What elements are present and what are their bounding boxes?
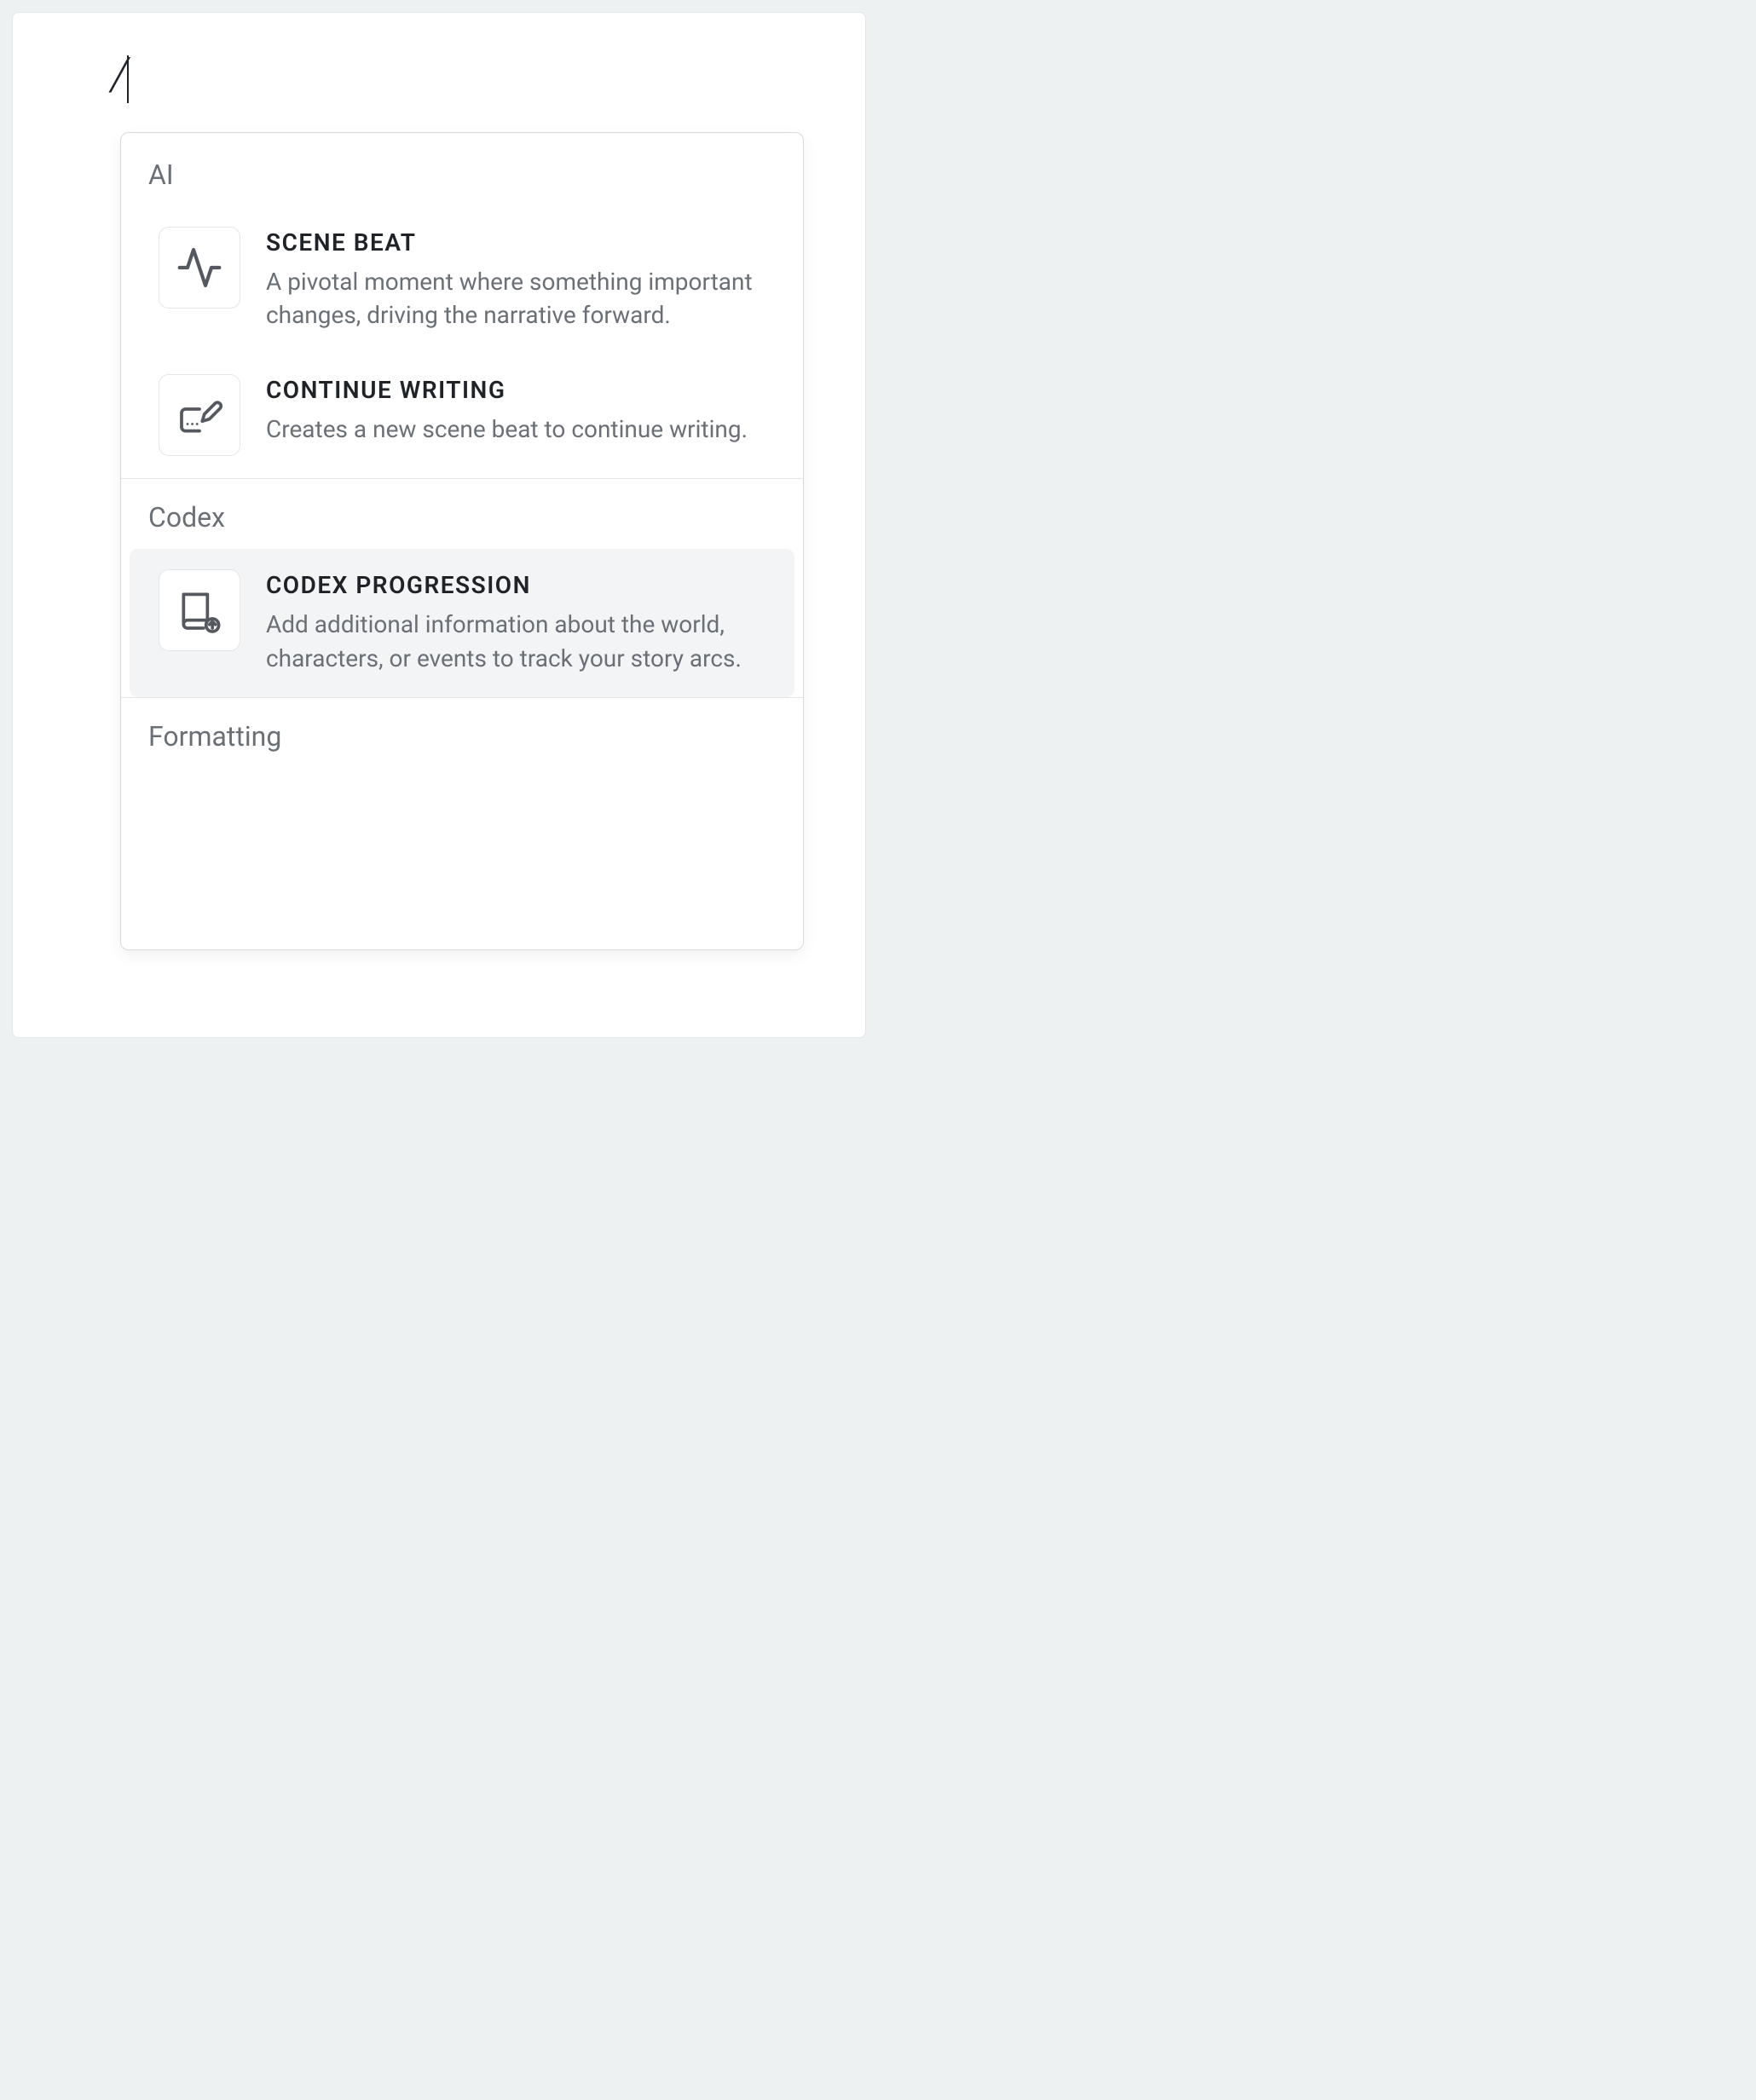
continue-writing-icon	[159, 374, 240, 456]
menu-section-header-formatting: Formatting	[121, 698, 803, 768]
menu-item-continue-writing[interactable]: CONTINUE WRITING Creates a new scene bea…	[130, 354, 794, 478]
menu-item-text: CONTINUE WRITING Creates a new scene bea…	[266, 374, 771, 446]
menu-item-text: SCENE BEAT A pivotal moment where someth…	[266, 227, 771, 332]
menu-section-header-codex: Codex	[121, 479, 803, 549]
menu-section-header-ai: AI	[121, 133, 803, 206]
menu-item-text: CODEX PROGRESSION Add additional informa…	[266, 569, 771, 674]
editor-page: / AI SCENE BEAT A pivotal moment whe	[12, 12, 866, 1038]
activity-icon	[159, 227, 240, 309]
menu-item-description: Add additional information about the wor…	[266, 608, 771, 674]
menu-overflow-spacer	[121, 768, 803, 870]
menu-item-codex-progression[interactable]: CODEX PROGRESSION Add additional informa…	[130, 549, 794, 696]
menu-item-title: CONTINUE WRITING	[266, 376, 771, 404]
slash-command-menu-scroll[interactable]: AI SCENE BEAT A pivotal moment where som…	[121, 133, 803, 949]
menu-item-title: CODEX PROGRESSION	[266, 571, 771, 599]
editor-typed-text: /	[111, 48, 129, 101]
text-caret	[127, 55, 129, 103]
menu-item-description: A pivotal moment where something importa…	[266, 265, 771, 332]
slash-command-menu: AI SCENE BEAT A pivotal moment where som…	[120, 132, 804, 950]
menu-item-scene-beat[interactable]: SCENE BEAT A pivotal moment where someth…	[130, 206, 794, 354]
menu-section-label: Formatting	[148, 720, 281, 753]
editor-input-line[interactable]: /	[111, 50, 129, 98]
menu-item-description: Creates a new scene beat to continue wri…	[266, 412, 771, 446]
menu-section-label: AI	[148, 159, 174, 191]
menu-section-label: Codex	[148, 501, 225, 534]
codex-progression-icon	[159, 569, 240, 651]
menu-item-title: SCENE BEAT	[266, 228, 771, 257]
